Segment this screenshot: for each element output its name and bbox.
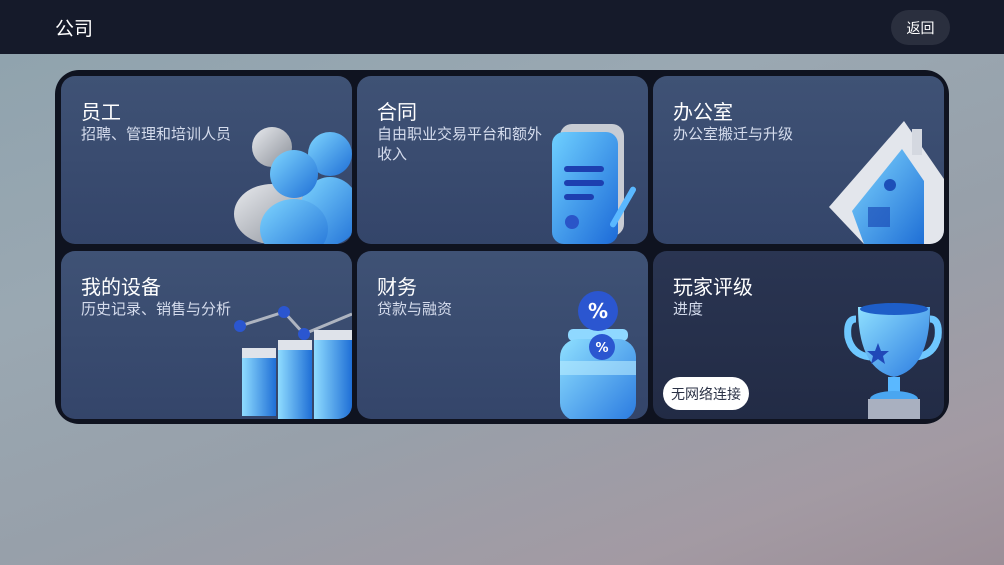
card-subtitle: 进度 (673, 300, 704, 318)
svg-text:%: % (595, 341, 608, 356)
top-bar: 公司 返回 (0, 0, 1004, 54)
card-title: 财务 (377, 275, 417, 299)
company-menu-panel: 员工 招聘、管理和培训人员 合同 自由职业交易平台和额外收入 办公室 办公室搬迁… (55, 70, 949, 424)
card-my-equipment[interactable]: 我的设备 历史记录、销售与分析 (61, 251, 352, 419)
contract-document-icon (552, 124, 636, 244)
back-button[interactable]: 返回 (891, 10, 950, 45)
percent-jar-icon: % % (560, 291, 636, 419)
svg-text:%: % (588, 299, 608, 323)
card-subtitle: 自由职业交易平台和额外收入 (377, 125, 543, 163)
bar-chart-icon (234, 306, 352, 419)
page-title: 公司 (55, 18, 94, 40)
card-contracts[interactable]: 合同 自由职业交易平台和额外收入 (357, 76, 648, 244)
card-subtitle: 办公室搬迁与升级 (673, 125, 794, 143)
card-subtitle: 历史记录、销售与分析 (81, 300, 232, 318)
card-finance[interactable]: 财务 贷款与融资 % % (357, 251, 648, 419)
card-title: 合同 (377, 100, 417, 124)
card-subtitle: 贷款与融资 (377, 300, 453, 318)
card-employees[interactable]: 员工 招聘、管理和培训人员 (61, 76, 352, 244)
offline-badge: 无网络连接 (663, 377, 749, 410)
trophy-icon (844, 303, 942, 419)
card-title: 玩家评级 (673, 275, 753, 299)
card-office[interactable]: 办公室 办公室搬迁与升级 (653, 76, 944, 244)
card-subtitle: 招聘、管理和培训人员 (81, 125, 232, 143)
card-title: 办公室 (673, 100, 733, 124)
card-title: 我的设备 (81, 275, 161, 299)
card-player-rating[interactable]: 玩家评级 进度 无网络连接 (653, 251, 944, 419)
house-icon (829, 121, 944, 244)
card-title: 员工 (81, 100, 121, 124)
people-icon (234, 127, 352, 244)
